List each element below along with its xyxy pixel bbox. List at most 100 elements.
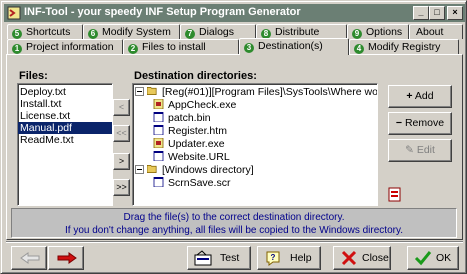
- tab-project-information[interactable]: 1 Project information: [7, 39, 123, 54]
- close-window-button[interactable]: ×: [447, 6, 463, 20]
- plus-icon: +: [406, 90, 413, 102]
- tree-file[interactable]: Website.URL: [153, 151, 230, 164]
- collapse-icon[interactable]: [135, 165, 144, 174]
- list-item[interactable]: Deploy.txt: [18, 86, 112, 98]
- folder-open-icon: [147, 164, 157, 174]
- window-title: INF-Tool - your speedy INF Setup Program…: [24, 6, 301, 18]
- tree-file[interactable]: ScrnSave.scr: [153, 177, 230, 190]
- file-icon: [153, 112, 164, 122]
- tab-number-icon: 1: [12, 44, 22, 54]
- tab-files-to-install[interactable]: 2 Files to install: [123, 39, 239, 54]
- tab-modify-registry[interactable]: 4 Modify Registry: [349, 39, 459, 54]
- tree-file-label: patch.bin: [168, 112, 211, 124]
- tab-distribute[interactable]: 8 Distribute: [256, 24, 347, 39]
- close-icon: [341, 250, 357, 266]
- tab-shortcuts[interactable]: 5 Shortcuts: [7, 24, 83, 39]
- tab-label: Options: [366, 26, 403, 38]
- tree-folder-label: [Windows directory]: [162, 164, 254, 176]
- main-window: INF-Tool - your speedy INF Setup Program…: [0, 0, 467, 274]
- files-label: Files:: [19, 70, 48, 82]
- minus-icon: −: [395, 117, 403, 129]
- minimize-button[interactable]: _: [413, 6, 429, 20]
- test-button-label: Test: [220, 252, 240, 264]
- close-button-label: Close: [362, 252, 389, 264]
- list-item-selected[interactable]: Manual.pdf: [18, 122, 112, 134]
- svg-text:?: ?: [271, 253, 276, 262]
- tab-label: Modify Registry: [368, 41, 441, 53]
- tab-number-icon: 2: [128, 44, 138, 54]
- tab-options[interactable]: 9 Options: [347, 24, 409, 39]
- hint-line-2: If you don't change anything, all files …: [64, 225, 404, 236]
- tree-file[interactable]: AppCheck.exe: [153, 99, 236, 112]
- help-button[interactable]: ? Help: [257, 246, 321, 270]
- tab-number-icon: 4: [354, 44, 364, 54]
- destinations-panel: Files: Deploy.txt Install.txt License.tx…: [6, 54, 463, 240]
- close-button[interactable]: Close: [333, 246, 391, 270]
- tab-destinations[interactable]: 3 Destination(s): [239, 38, 349, 55]
- tab-label: Files to install: [142, 41, 206, 53]
- help-button-label: Help: [290, 252, 312, 264]
- tab-label: Shortcuts: [26, 26, 71, 38]
- tree-file-label: Register.htm: [168, 125, 227, 137]
- arrow-right-icon: [57, 252, 77, 264]
- tab-number-icon: 3: [244, 43, 254, 53]
- arrow-left-icon: [20, 252, 40, 264]
- edit-button-label: Edit: [416, 144, 435, 156]
- report-icon[interactable]: [388, 187, 401, 202]
- test-icon: [194, 250, 212, 266]
- add-all-arrow-button[interactable]: <<: [113, 125, 130, 142]
- tab-about[interactable]: About: [409, 24, 463, 39]
- list-item[interactable]: Install.txt: [18, 98, 112, 110]
- list-item[interactable]: License.txt: [18, 110, 112, 122]
- destinations-label: Destination directories:: [134, 70, 257, 82]
- title-bar[interactable]: INF-Tool - your speedy INF Setup Program…: [4, 4, 465, 22]
- tab-dialogs[interactable]: 7 Dialogs: [180, 24, 256, 39]
- hint-line-1: Drag the file(s) to the correct destinat…: [123, 212, 345, 223]
- remove-arrow-button[interactable]: >: [113, 153, 130, 170]
- next-button[interactable]: [48, 246, 84, 270]
- maximize-button[interactable]: □: [429, 6, 445, 20]
- tab-label: About: [416, 26, 444, 38]
- add-arrow-button[interactable]: <: [113, 99, 130, 116]
- edit-icon: ✎: [405, 144, 414, 156]
- tab-number-icon: 9: [352, 29, 362, 39]
- tree-folder[interactable]: [Reg(#01)][Program Files]\SysTools\Where…: [135, 86, 378, 99]
- checkmark-icon: [414, 251, 432, 266]
- app-icon: [7, 6, 21, 20]
- tab-label: Destination(s): [258, 40, 323, 52]
- list-item[interactable]: ReadMe.txt: [18, 134, 112, 146]
- tree-file-label: Updater.exe: [168, 138, 225, 150]
- edit-button[interactable]: ✎ Edit: [388, 139, 452, 162]
- add-button[interactable]: + Add: [388, 85, 452, 108]
- remove-button-label: Remove: [404, 117, 445, 129]
- file-icon: [153, 177, 164, 187]
- file-icon: [153, 125, 164, 135]
- ok-button[interactable]: OK: [407, 246, 459, 270]
- tree-folder[interactable]: [Windows directory]: [135, 164, 254, 177]
- tree-file-label: Website.URL: [168, 151, 230, 163]
- tree-file[interactable]: patch.bin: [153, 112, 211, 125]
- exe-file-icon: [153, 138, 164, 148]
- help-icon: ?: [266, 251, 280, 266]
- tab-number-icon: 7: [185, 29, 195, 39]
- back-button[interactable]: [11, 246, 47, 270]
- hint-box: Drag the file(s) to the correct destinat…: [11, 208, 457, 238]
- destinations-tree[interactable]: [Reg(#01)][Program Files]\SysTools\Where…: [132, 83, 378, 206]
- test-button[interactable]: Test: [187, 246, 251, 270]
- tree-file-label: ScrnSave.scr: [168, 177, 231, 189]
- collapse-icon[interactable]: [135, 87, 144, 96]
- folder-open-icon: [147, 86, 157, 96]
- tab-number-icon: 6: [88, 29, 98, 39]
- tab-label: Dialogs: [199, 26, 235, 38]
- tab-modify-system[interactable]: 6 Modify System: [83, 24, 180, 39]
- tab-number-icon: 5: [12, 29, 22, 39]
- tree-folder-label: [Reg(#01)][Program Files]\SysTools\Where…: [162, 86, 378, 98]
- files-listbox[interactable]: Deploy.txt Install.txt License.txt Manua…: [17, 83, 113, 206]
- ok-button-label: OK: [436, 252, 452, 264]
- file-icon: [153, 151, 164, 161]
- remove-button[interactable]: − Remove: [388, 112, 452, 135]
- tree-file[interactable]: Updater.exe: [153, 138, 225, 151]
- remove-all-arrow-button[interactable]: >>: [113, 179, 130, 196]
- tree-file[interactable]: Register.htm: [153, 125, 227, 138]
- tab-label: Project information: [26, 41, 114, 53]
